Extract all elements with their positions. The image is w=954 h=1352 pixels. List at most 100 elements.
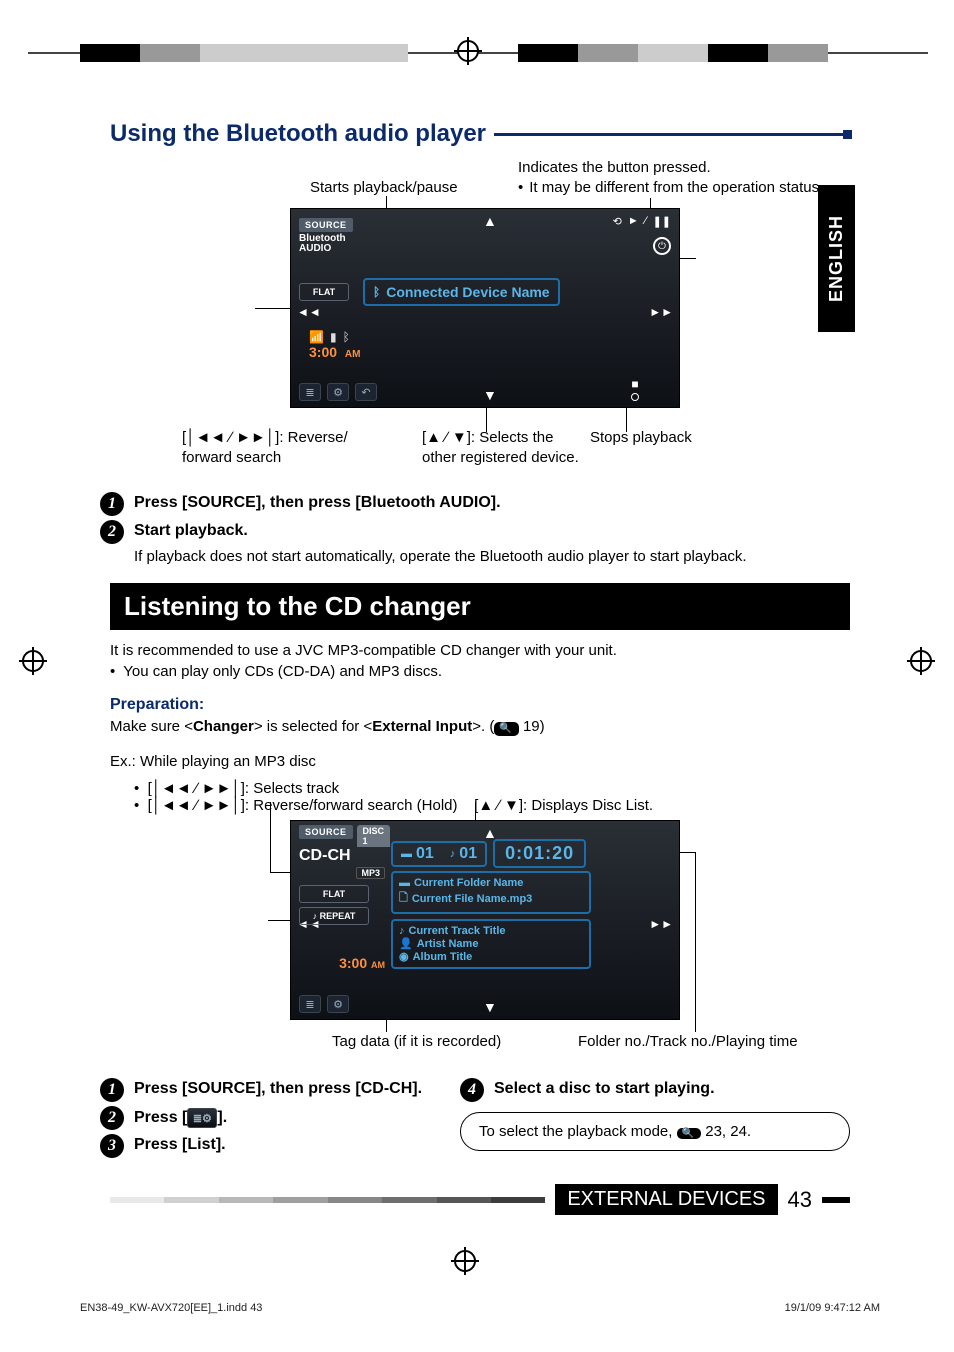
clock-ampm: AM bbox=[345, 349, 361, 360]
pause-icon: ❚❚ bbox=[653, 215, 671, 228]
up-down-icons: ▲ ∕ ▼ bbox=[426, 429, 467, 446]
text: >. ( bbox=[472, 718, 494, 735]
clock-ampm: AM bbox=[371, 960, 385, 970]
text: To select the playback mode, bbox=[479, 1123, 677, 1140]
registration-mark-icon bbox=[454, 1250, 476, 1272]
bluetooth-diagram: Starts playback/pause Indicates the butt… bbox=[110, 158, 850, 488]
registration-mark-icon bbox=[22, 650, 44, 672]
callout-reverse-forward: [│◄◄ ∕ ►►│]: Reverse/ forward search bbox=[182, 428, 348, 467]
playing-time: 0:01:20 bbox=[493, 839, 586, 868]
cdch-step-2-text: Press [≣⚙]. bbox=[134, 1106, 227, 1130]
text: > is selected for < bbox=[254, 718, 372, 735]
callout-stops-playback: Stops playback bbox=[590, 428, 692, 448]
registration-mark-icon bbox=[457, 40, 479, 62]
cdch-step-3-row: 3 Press [List]. bbox=[100, 1134, 440, 1158]
step-number-4: 4 bbox=[460, 1078, 484, 1102]
source-label: SOURCE bbox=[299, 825, 353, 839]
list-icon: ≣ bbox=[299, 383, 321, 401]
playback-mode-note: To select the playback mode, 23, 24. bbox=[460, 1112, 850, 1151]
artist-name: Artist Name bbox=[417, 938, 479, 950]
cdch-step-3-text: Press [List]. bbox=[134, 1134, 226, 1158]
up-down-icons: ▲ ∕ ▼ bbox=[478, 797, 519, 814]
text: Press [ bbox=[134, 1109, 187, 1126]
list-icon: ≣ bbox=[299, 995, 321, 1013]
text: ]: Reverse/ bbox=[275, 429, 348, 446]
external-input-bold: External Input bbox=[372, 718, 472, 735]
folder-track-box: ▬ 01 ♪ 01 bbox=[391, 841, 487, 867]
cdch-step-2-row: 2 Press [≣⚙]. bbox=[100, 1106, 440, 1130]
back-arrow-icon: ↶ bbox=[355, 383, 377, 401]
stop-icon: ■ bbox=[631, 377, 639, 401]
repeat-label: ♪ REPEAT bbox=[299, 907, 369, 925]
settings-icon: ⚙ bbox=[327, 383, 349, 401]
clock-time: 3:00 bbox=[339, 955, 367, 971]
antenna-icon: 📶 bbox=[309, 330, 324, 344]
preparation-text: Make sure <Changer> is selected for <Ext… bbox=[110, 716, 850, 737]
preparation-label: Preparation: bbox=[110, 696, 850, 714]
bluetooth-label-2: AUDIO bbox=[299, 243, 331, 254]
step-number-2: 2 bbox=[100, 1106, 124, 1130]
step-2-row: 2 Start playback. bbox=[100, 520, 850, 544]
cdch-step-4-row: 4 Select a disc to start playing. bbox=[460, 1078, 850, 1102]
person-icon: 👤 bbox=[399, 937, 413, 950]
next-track-icon: ►► bbox=[649, 917, 673, 931]
source-label: SOURCE bbox=[299, 218, 353, 232]
callout-selects-device: [▲ ∕ ▼]: Selects the other registered de… bbox=[422, 428, 579, 467]
repeat-text: REPEAT bbox=[320, 911, 356, 921]
prev-track-icon: ◄◄ bbox=[297, 305, 321, 319]
changer-bold: Changer bbox=[193, 718, 254, 735]
section-title-cdchanger: Listening to the CD changer bbox=[110, 583, 850, 630]
track-number: 01 bbox=[459, 845, 477, 863]
callout-indicates-line1: Indicates the button pressed. bbox=[518, 158, 823, 178]
text: ]. bbox=[217, 1109, 227, 1126]
list-button-icon: ≣⚙ bbox=[187, 1108, 217, 1128]
text: other registered device. bbox=[422, 449, 579, 466]
step-number-3: 3 bbox=[100, 1134, 124, 1158]
callout-indicates-button: Indicates the button pressed. •It may be… bbox=[518, 158, 823, 197]
print-filename: EN38-49_KW-AVX720[EE]_1.indd 43 bbox=[80, 1302, 262, 1314]
disc-icon: ◉ bbox=[399, 950, 409, 963]
print-datetime: 19/1/09 9:47:12 AM bbox=[785, 1302, 880, 1314]
flat-eq-label: FLAT bbox=[299, 283, 349, 301]
bluetooth-screen: ▲ ▼ ◄◄ ►► ⟲ ► ∕ ❚❚ ⏻ ■ SOURCE Bluetooth … bbox=[290, 208, 680, 408]
page-content: ENGLISH Using the Bluetooth audio player… bbox=[110, 120, 850, 1215]
up-arrow-icon: ▲ bbox=[483, 213, 497, 229]
page-ref-icon bbox=[494, 722, 518, 736]
pre-bullet-1: • [│◄◄ ∕ ►►│]: Selects track bbox=[134, 780, 850, 797]
flat-eq-label: FLAT bbox=[299, 885, 369, 903]
text: ]: Selects track bbox=[241, 780, 339, 797]
cdch-step-1-text: Press [SOURCE], then press [CD-CH]. bbox=[134, 1078, 422, 1102]
callout-indicates-line2: It may be different from the operation s… bbox=[529, 178, 823, 198]
registration-mark-icon bbox=[910, 650, 932, 672]
step-2-subtext: If playback does not start automatically… bbox=[134, 548, 850, 565]
connected-device-label: Connected Device Name bbox=[386, 284, 549, 300]
battery-icon: ▮ bbox=[330, 330, 337, 344]
footer-end-bar bbox=[822, 1197, 850, 1203]
section-title-bluetooth: Using the Bluetooth audio player bbox=[110, 120, 486, 148]
loop-icon: ⟲ bbox=[613, 215, 622, 228]
next-track-icon: ►► bbox=[649, 305, 673, 319]
text: forward search bbox=[182, 449, 281, 466]
page-footer: EXTERNAL DEVICES 43 bbox=[110, 1184, 850, 1215]
folder-icon: ▬ bbox=[401, 848, 412, 860]
cdch-intro: It is recommended to use a JVC MP3-compa… bbox=[110, 640, 850, 661]
print-metadata: EN38-49_KW-AVX720[EE]_1.indd 43 19/1/09 … bbox=[80, 1302, 880, 1314]
cdch-label: CD-CH bbox=[299, 847, 385, 865]
cdch-intro-bullet: You can play only CDs (CD-DA) and MP3 di… bbox=[110, 663, 850, 680]
step-number-1: 1 bbox=[100, 1078, 124, 1102]
album-title: Album Title bbox=[413, 951, 473, 963]
folder-track-time-row: ▬ 01 ♪ 01 0:01:20 bbox=[391, 839, 586, 868]
power-icon: ⏻ bbox=[653, 237, 671, 255]
slash-icon: ∕ bbox=[645, 215, 647, 228]
callout-folder-track-time: Folder no./Track no./Playing time bbox=[578, 1032, 798, 1052]
text: Make sure < bbox=[110, 718, 193, 735]
bottom-tool-icons: ≣ ⚙ ↶ bbox=[299, 383, 377, 401]
callout-starts-playback: Starts playback/pause bbox=[310, 178, 458, 198]
cdch-screen: ◄◄ ►► ▲ ▼ SOURCE DISC 1 CD-CH MP3 FLAT ♪… bbox=[290, 820, 680, 1020]
text: You can play only CDs (CD-DA) and MP3 di… bbox=[123, 663, 442, 680]
step-1-text: Press [SOURCE], then press [Bluetooth AU… bbox=[134, 492, 501, 516]
step-number-2: 2 bbox=[100, 520, 124, 544]
footer-section-label: EXTERNAL DEVICES bbox=[555, 1184, 777, 1215]
file-icon: 🗋 bbox=[399, 889, 408, 908]
down-arrow-icon: ▼ bbox=[483, 387, 497, 403]
